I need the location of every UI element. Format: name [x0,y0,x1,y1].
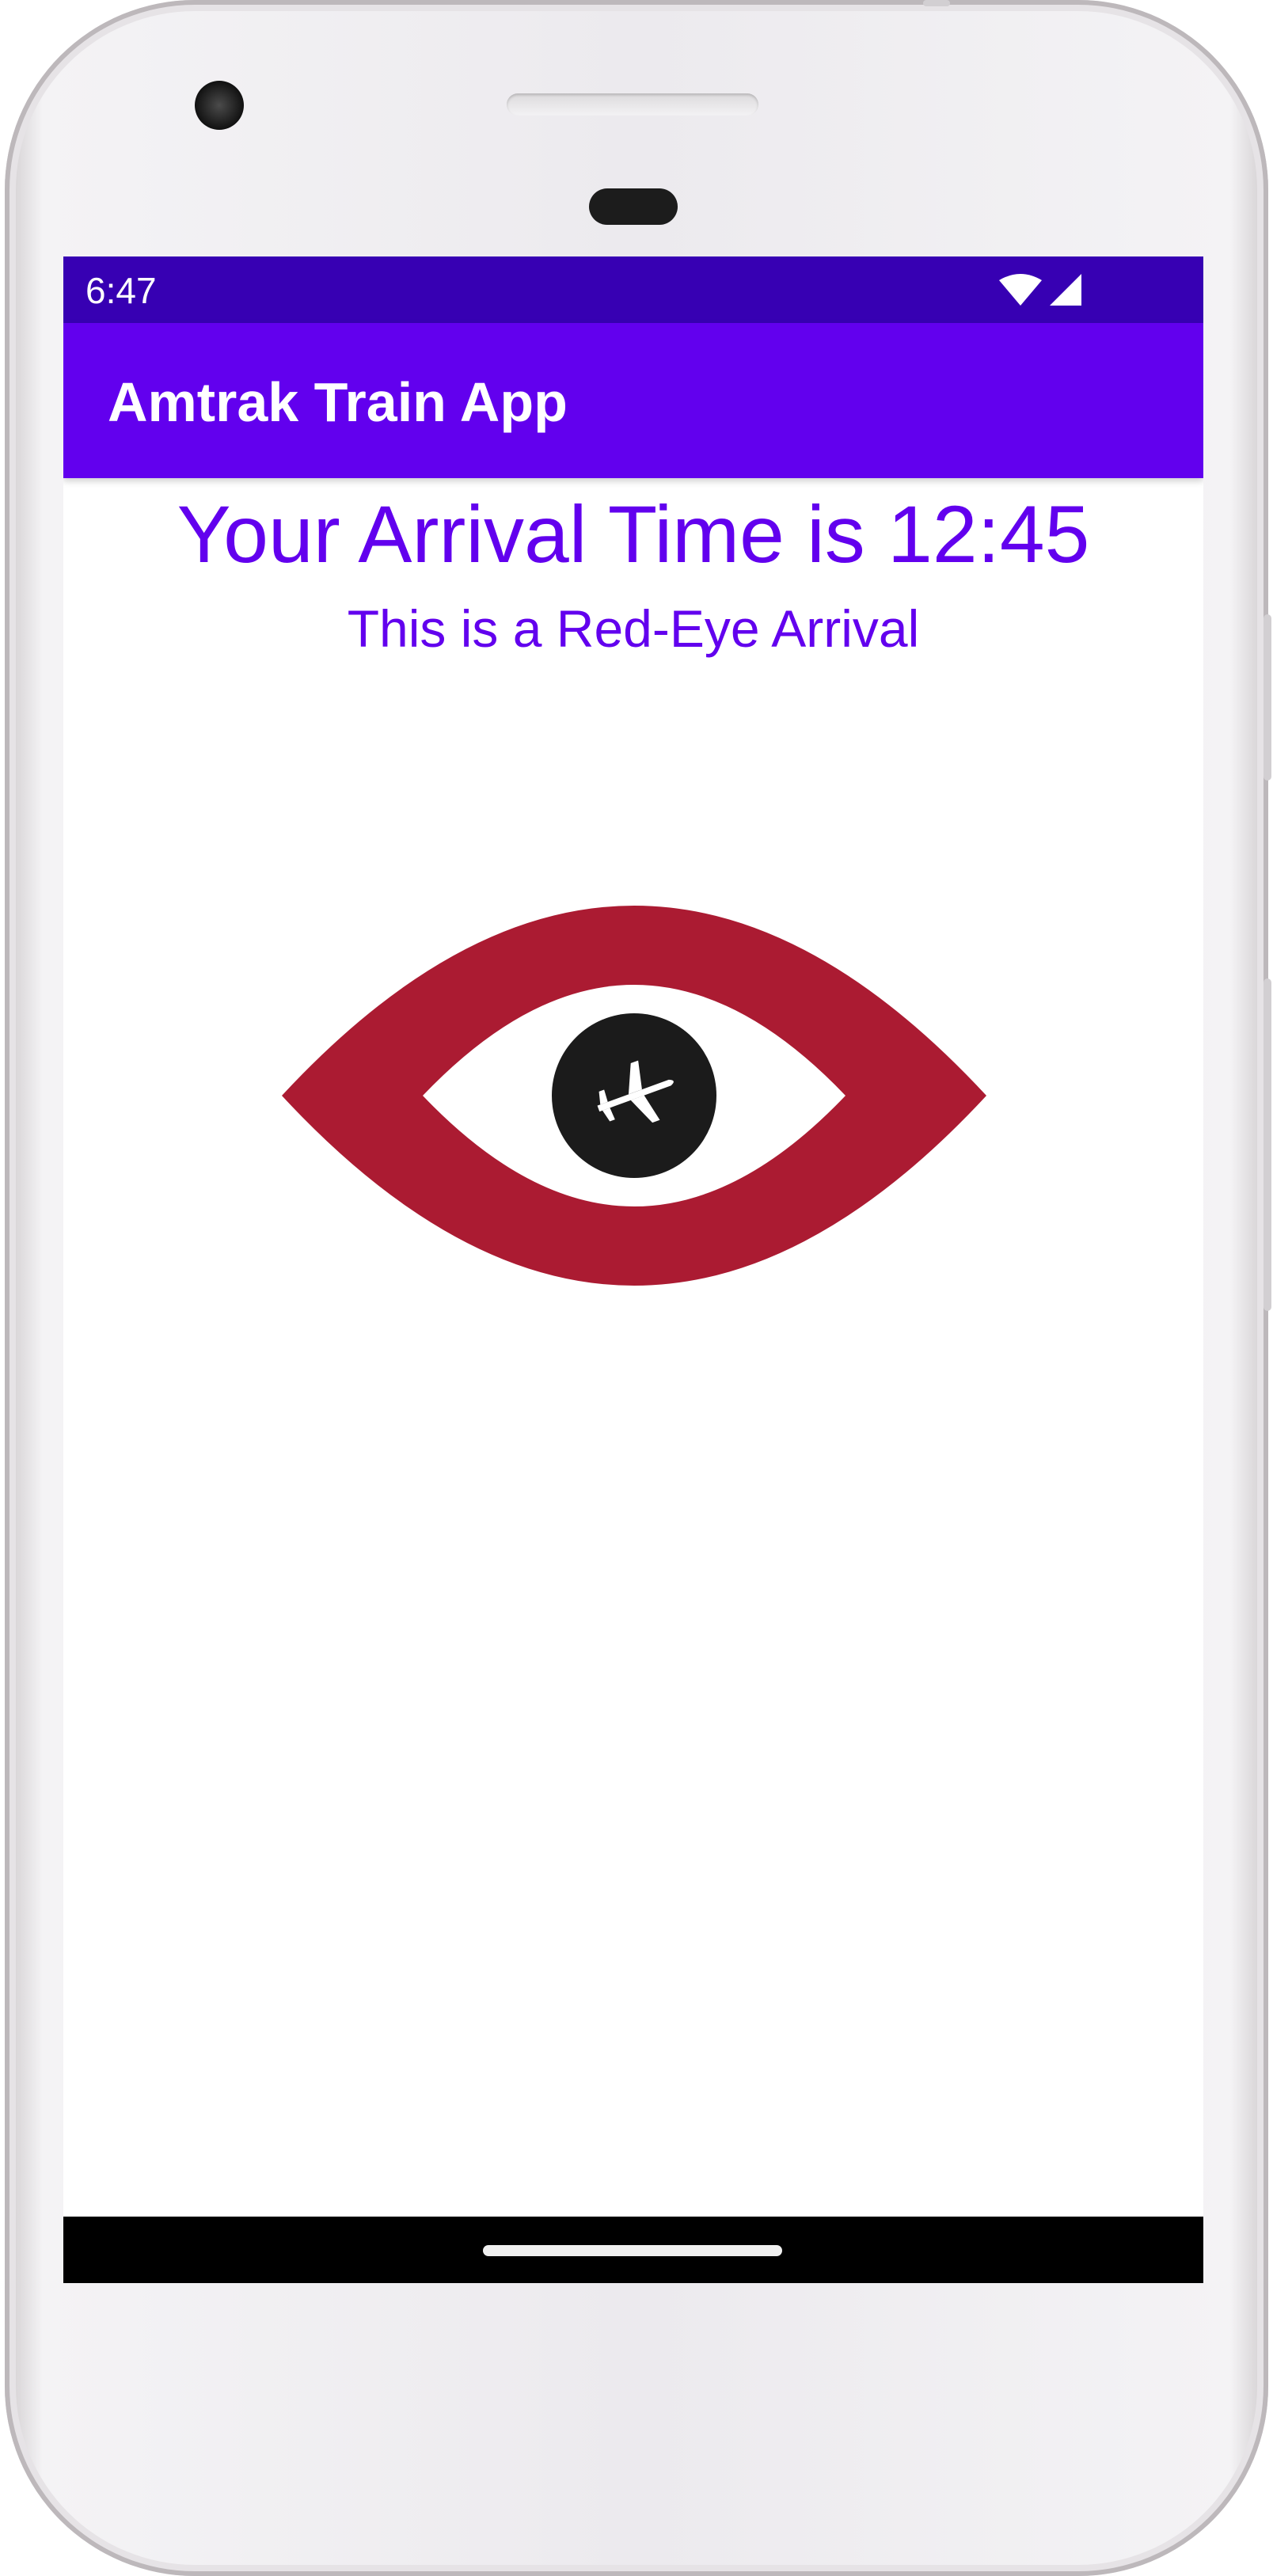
cell-signal-icon [1050,274,1081,306]
navigation-bar [63,2217,1203,2283]
front-camera-icon [195,81,244,130]
wifi-icon [999,274,1042,306]
app-title: Amtrak Train App [108,371,568,433]
home-gesture-handle[interactable] [483,2245,782,2256]
status-time: 6:47 [86,270,157,311]
arrival-note-text: This is a Red-Eye Arrival [347,599,920,658]
top-edge-button [923,0,950,6]
status-icons [999,274,1081,306]
arrival-time-text: Your Arrival Time is 12:45 [177,489,1090,579]
proximity-sensor [589,188,678,225]
app-bar: Amtrak Train App [63,323,1203,478]
earpiece-speaker [507,93,758,116]
device-stage: 6:47 Amtrak Train App Your Arrival Time … [0,0,1273,2576]
device-screen: 6:47 Amtrak Train App Your Arrival Time … [63,256,1203,2283]
power-button[interactable] [1264,614,1271,781]
red-eye-airplane-icon [218,795,1050,1396]
status-bar: 6:47 [63,256,1203,323]
volume-button[interactable] [1264,978,1271,1311]
